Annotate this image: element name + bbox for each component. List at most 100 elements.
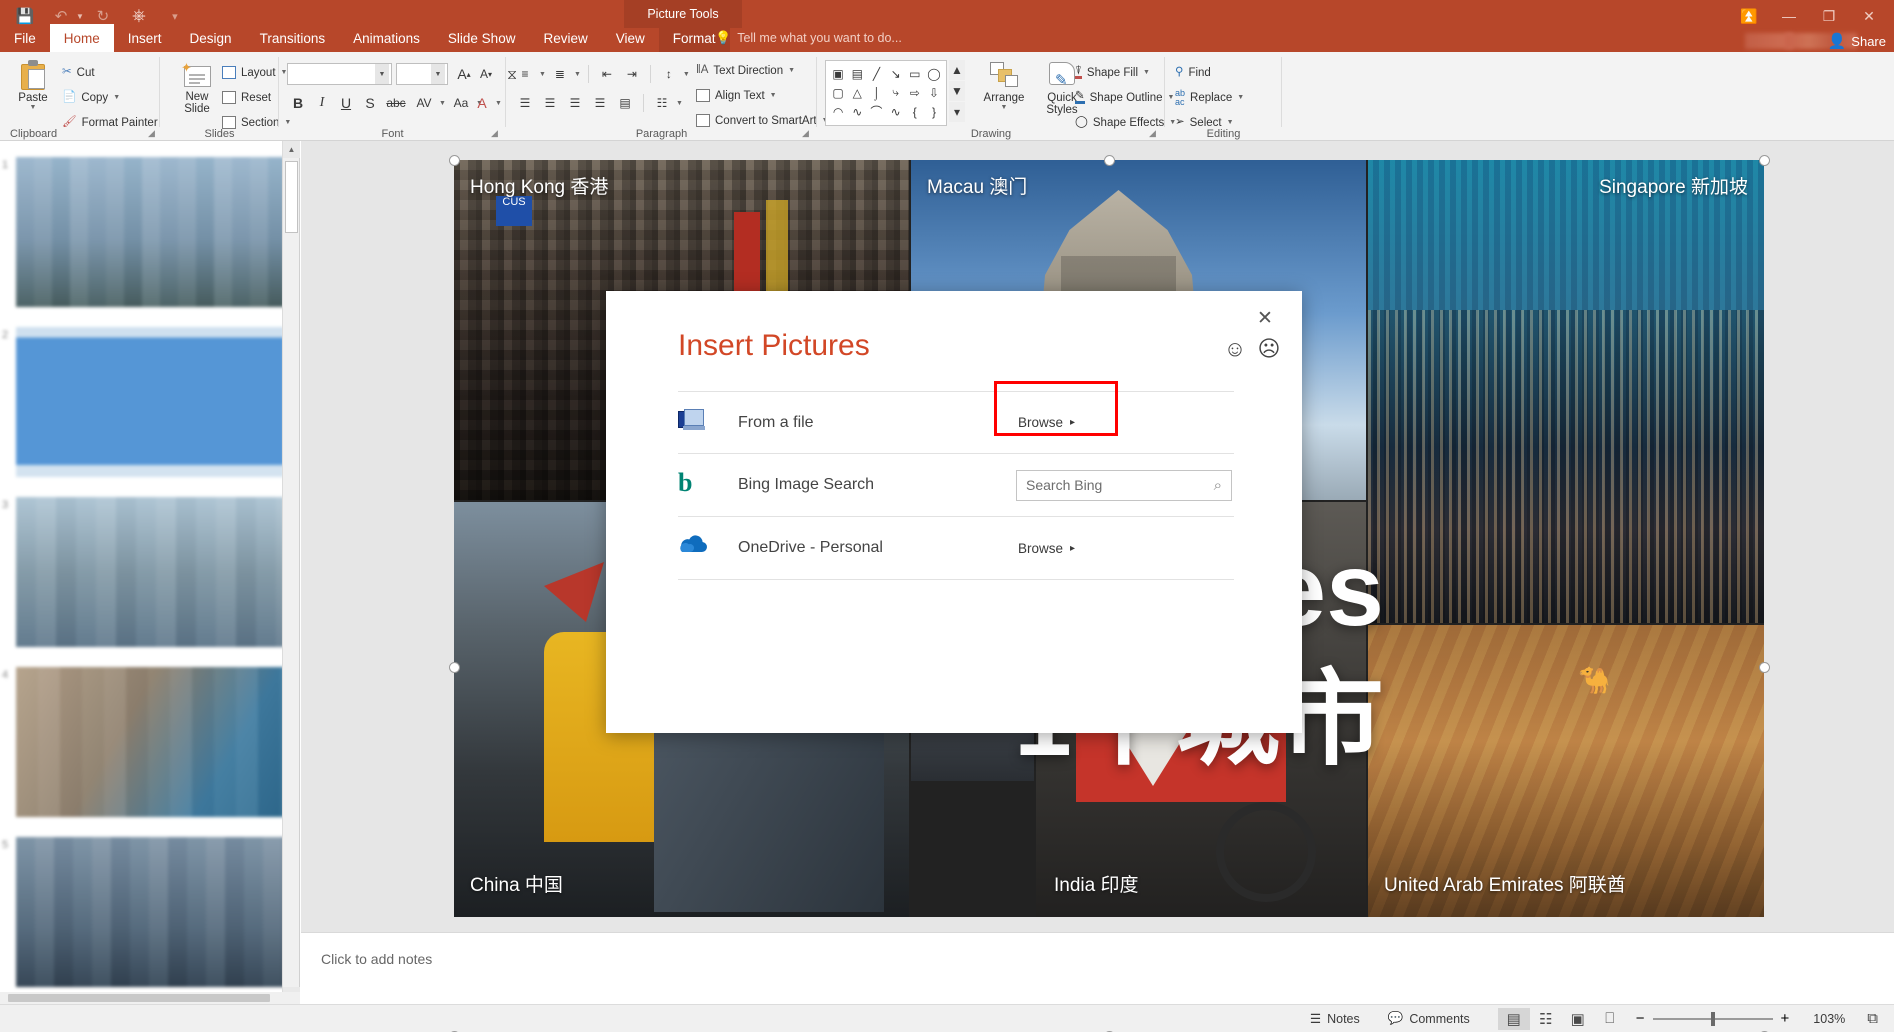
shape-arc-icon[interactable]: ⌒ [867,101,885,123]
shapes-gallery[interactable]: ▣ ▤ ╱ ↘ ▭ ◯ ▢ △ ⌡ ⤷ ⇨ ⇩ ◠ ∿ ⌒ ∿ {} [825,60,947,126]
undo-dropdown-icon[interactable]: ▼ [76,12,84,21]
tell-me-search[interactable]: 💡 Tell me what you want to do... [715,27,902,49]
zoom-track[interactable] [1652,1011,1773,1026]
slide-sorter-view-button[interactable]: ☷ [1530,1008,1562,1030]
resize-handle-tl[interactable] [449,155,460,166]
strikethrough-button[interactable]: abc [383,92,409,114]
bold-button[interactable]: B [287,92,309,114]
onedrive-browse-button[interactable]: Browse ▸ [1018,541,1075,556]
tab-slide-show[interactable]: Slide Show [434,24,530,52]
from-a-file-browse-button[interactable]: Browse ▸ [1018,415,1075,430]
zoom-out-button[interactable]: − [1636,1010,1645,1027]
font-size-dropdown-icon[interactable]: ▼ [431,64,445,84]
tab-animations[interactable]: Animations [339,24,434,52]
align-right-button[interactable]: ☰ [564,92,586,114]
clipboard-dialog-launcher[interactable]: ◢ [148,128,155,139]
paste-dropdown-icon[interactable]: ▼ [30,104,37,111]
font-color-button[interactable]: A [471,92,493,114]
tab-view[interactable]: View [602,24,659,52]
send-a-smile-icon[interactable]: ☺ [1222,336,1248,362]
font-color-dropdown-icon[interactable]: ▼ [495,100,502,107]
zoom-knob[interactable] [1710,1011,1715,1026]
image-singapore[interactable]: Singapore 新加坡 [1368,160,1764,623]
find-button[interactable]: ⚲ Find [1175,62,1244,83]
resize-handle-ml[interactable] [449,662,460,673]
copy-button[interactable]: 📄 Copy ▼ [62,87,158,108]
shapes-more-icon[interactable]: ▾ [949,102,965,122]
reading-view-button[interactable]: ▣ [1562,1008,1594,1030]
list-item[interactable]: 4 [2,667,284,817]
tab-review[interactable]: Review [529,24,601,52]
send-a-frown-icon[interactable]: ☹ [1256,336,1282,362]
image-uae[interactable]: 🐪 United Arab Emirates 阿联酋 [1368,625,1764,917]
replace-button[interactable]: ab ac Replace ▼ [1175,87,1244,108]
resize-handle-tc[interactable] [1104,155,1115,166]
font-family-dropdown-icon[interactable]: ▼ [375,64,389,84]
shapes-scroll-up-icon[interactable]: ▲ [949,60,965,80]
resize-handle-mr[interactable] [1759,662,1770,673]
restore-icon[interactable]: ❐ [1810,2,1848,30]
resize-handle-tr[interactable] [1759,155,1770,166]
font-size-select[interactable]: ▼ [396,63,448,85]
normal-view-button[interactable]: ▤ [1497,1007,1530,1030]
scroll-up-icon[interactable]: ▲ [283,141,300,158]
shapes-scroll-down-icon[interactable]: ▼ [949,81,965,101]
notes-pane[interactable]: Click to add notes [301,932,1894,1004]
paragraph-dialog-launcher[interactable]: ◢ [802,128,809,139]
insert-pictures-dialog[interactable]: ✕ ☺ ☹ Insert Pictures From a file Browse… [606,291,1302,733]
notes-button[interactable]: ☰ Notes [1296,1007,1374,1031]
character-spacing-dropdown-icon[interactable]: ▼ [439,100,446,107]
decrease-font-size-button[interactable]: A ▾ [475,63,497,85]
columns-button[interactable]: ☷ [651,92,673,114]
align-center-button[interactable]: ☰ [539,92,561,114]
shape-pie-icon[interactable]: ◠ [829,101,847,123]
columns-dropdown-icon[interactable]: ▼ [676,100,683,107]
shape-freeform-icon[interactable]: ∿ [848,101,866,123]
character-spacing-button[interactable]: AV [411,92,437,114]
drawing-dialog-launcher[interactable]: ◢ [1149,128,1156,139]
shape-outline-button[interactable]: ✎ Shape Outline ▼ [1075,87,1176,108]
shape-left-brace-icon[interactable]: { [906,101,924,123]
shape-fill-dropdown-icon[interactable]: ▼ [1143,69,1150,76]
arrange-dropdown-icon[interactable]: ▼ [1001,104,1008,111]
fit-to-window-button[interactable]: ⧉ [1853,1007,1894,1031]
numbering-dropdown-icon[interactable]: ▼ [574,71,581,78]
slide-show-view-button[interactable]: ⎕ [1594,1008,1626,1030]
align-left-button[interactable]: ☰ [514,92,536,114]
align-text-button[interactable]: Align Text ▼ [696,85,829,106]
replace-dropdown-icon[interactable]: ▼ [1237,94,1244,101]
line-spacing-button[interactable]: ↕ [658,63,680,85]
comments-button[interactable]: 💬 Comments [1374,1007,1484,1031]
increase-font-size-button[interactable]: A ▴ [453,63,475,85]
font-dialog-launcher[interactable]: ◢ [491,128,498,139]
paste-button[interactable]: Paste ▼ [6,60,60,111]
slide-thumbnail-panel[interactable]: 1 2 3 4 5 6 ▲ ▼ [0,141,300,1032]
underline-button[interactable]: U [335,92,357,114]
slide-panel-horizontal-scrollbar[interactable] [0,992,300,1004]
dialog-row-onedrive-personal[interactable]: OneDrive - Personal Browse ▸ [678,517,1234,580]
bing-search-input[interactable]: Search Bing ⌕ [1016,469,1232,501]
numbering-button[interactable]: ≣ [549,63,571,85]
increase-indent-button[interactable]: ⇥ [621,63,643,85]
scrollbar-thumb-horizontal[interactable] [8,994,270,1002]
bullets-dropdown-icon[interactable]: ▼ [539,71,546,78]
search-icon[interactable]: ⌕ [1214,477,1222,494]
new-slide-button[interactable]: ✦ New Slide [170,60,224,115]
arrange-button[interactable]: Arrange ▼ [977,62,1031,111]
slide-panel-scrollbar[interactable]: ▲ ▼ [282,141,300,1004]
decrease-indent-button[interactable]: ⇤ [596,63,618,85]
text-direction-button[interactable]: ‖A Text Direction ▼ [696,60,829,81]
close-icon[interactable]: ✕ [1850,2,1888,30]
zoom-in-button[interactable]: + [1781,1010,1790,1027]
dialog-row-bing-image-search[interactable]: b Bing Image Search Search Bing ⌕ [678,454,1234,517]
justify-button[interactable]: ☰ [589,92,611,114]
list-item[interactable]: 3 [2,497,284,647]
tab-home[interactable]: Home [49,24,114,52]
dialog-close-icon[interactable]: ✕ [1248,301,1282,335]
tab-transitions[interactable]: Transitions [246,24,340,52]
text-shadow-button[interactable]: S [359,92,381,114]
cut-button[interactable]: ✂ Cut [62,62,158,83]
list-item[interactable]: 1 [2,157,284,307]
select-dropdown-icon[interactable]: ▼ [1227,119,1234,126]
distribute-button[interactable]: ▤ [614,92,636,114]
